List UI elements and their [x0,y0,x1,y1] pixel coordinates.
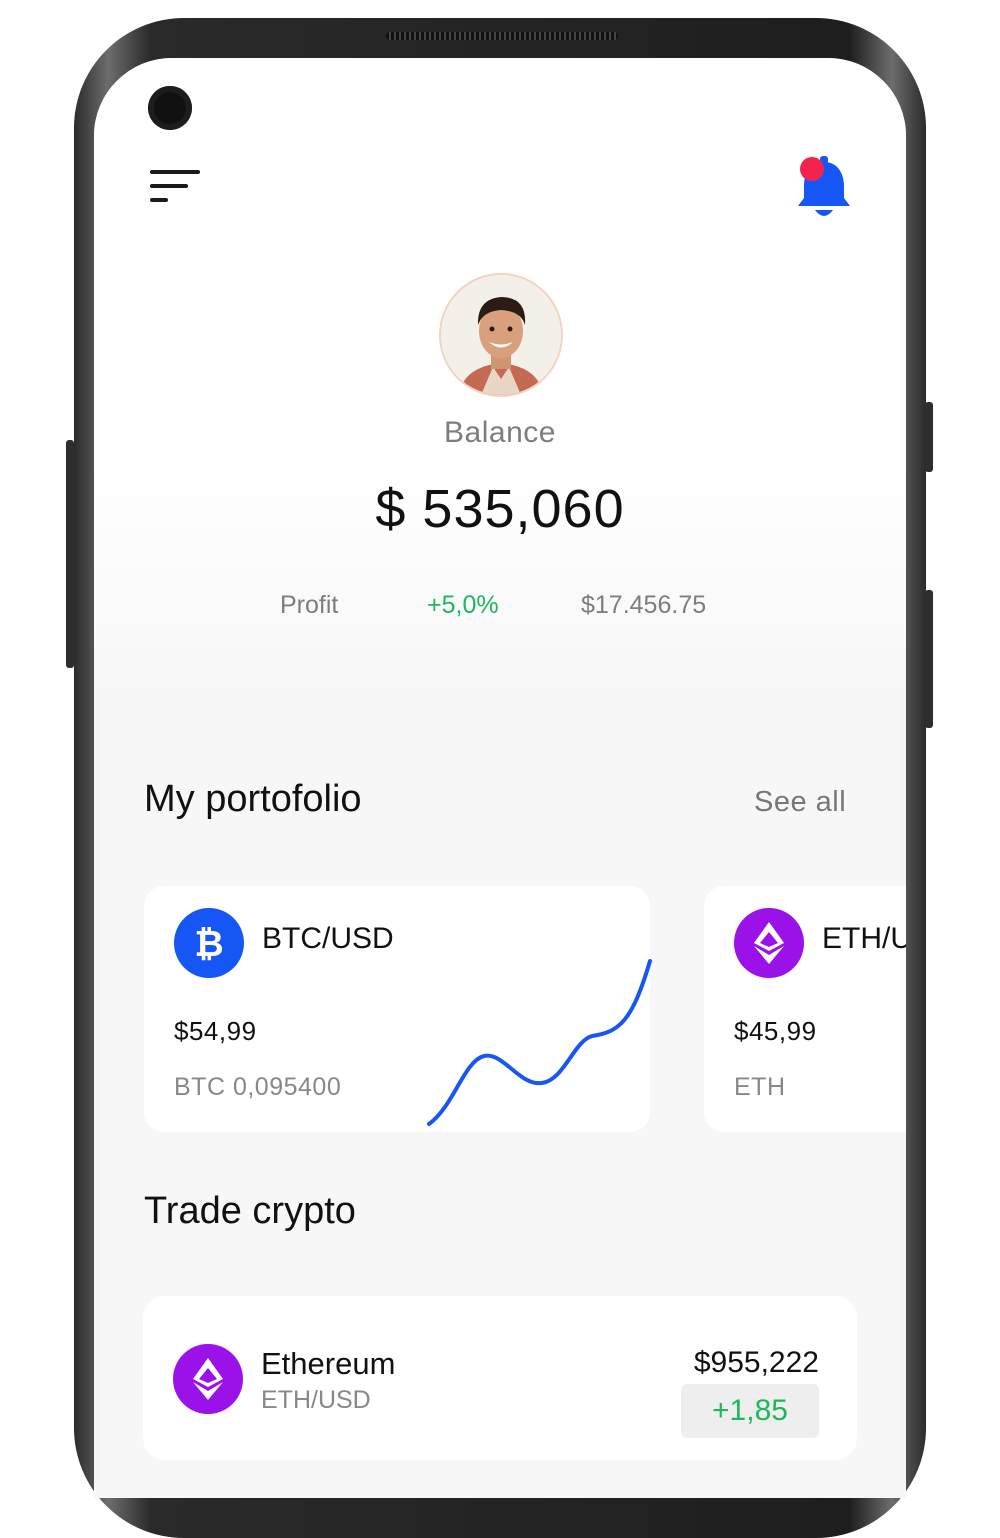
trade-price: $955,222 [693,1346,819,1379]
card-holding: BTC 0,095400 [174,1073,342,1101]
portfolio-title: My portofolio [144,778,362,820]
trade-pair: ETH/USD [261,1386,371,1414]
bell-icon-graphic [798,156,850,216]
portfolio-card-btc[interactable]: ₿ BTC/USD $54,99 BTC 0,095400 [144,886,652,1132]
price-sparkline [427,959,652,1126]
side-button-right-bottom [925,590,933,728]
balance-label: Balance [444,416,556,449]
balance-value: $ 535,060 [375,479,625,539]
ethereum-icon [173,1344,243,1414]
bitcoin-icon: ₿ [174,908,244,978]
card-holding: ETH [734,1073,786,1101]
side-button-left [66,440,74,668]
trade-name: Ethereum [261,1346,396,1381]
avatar-portrait [441,275,561,395]
phone-screen: Balance $ 535,060 Profit +5,0% $17.456.7… [94,58,906,1498]
bell-icon[interactable] [794,154,854,224]
ethereum-icon [734,908,804,978]
profit-amount: $17.456.75 [581,591,707,619]
trade-title: Trade crypto [144,1190,356,1232]
trade-item-ethereum[interactable]: Ethereum ETH/USD $955,222 +1,85 [143,1296,857,1460]
portfolio-card-eth[interactable]: ETH/USD $45,99 ETH [704,886,906,1132]
card-pair: BTC/USD [262,922,394,955]
front-camera [148,86,192,130]
earpiece-speaker [386,32,618,40]
avatar[interactable] [439,273,563,397]
card-price: $54,99 [174,1016,257,1046]
card-pair: ETH/USD [822,922,906,955]
side-button-right-top [925,402,933,472]
profit-label: Profit [280,591,339,619]
svg-text:₿: ₿ [194,924,223,965]
profit-percent: +5,0% [427,591,499,619]
notification-dot [800,157,824,181]
card-price: $45,99 [734,1016,817,1046]
see-all-link[interactable]: See all [754,786,846,819]
menu-icon[interactable] [150,170,202,206]
trade-change-badge: +1,85 [681,1384,819,1438]
